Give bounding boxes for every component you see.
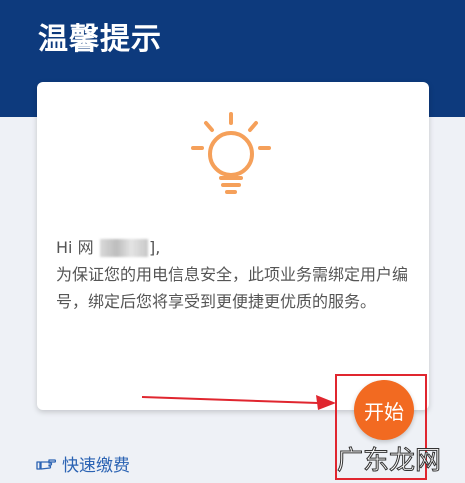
watermark-text: 广东龙网: [337, 446, 441, 476]
greeting-suffix: ],: [149, 238, 161, 257]
quick-pay-link[interactable]: 快速缴费: [36, 451, 130, 476]
quick-pay-label: 快速缴费: [62, 456, 130, 476]
notice-message: Hi 网 ], 为保证您的用电信息安全，此项业务需绑定用户编号，绑定后您将享受到…: [56, 234, 420, 315]
annotation-arrow: [141, 395, 336, 410]
greeting-prefix: Hi 网: [56, 238, 94, 257]
page-title: 温馨提示: [38, 22, 162, 57]
greeting-line: Hi 网 ],: [56, 234, 420, 261]
pointing-hand-icon: [36, 458, 56, 470]
redacted-name: [100, 239, 148, 257]
notice-body: 为保证您的用电信息安全，此项业务需绑定用户编号，绑定后您将享受到更便捷更优质的服…: [56, 265, 409, 311]
watermark-logo: 广东龙网: [337, 446, 442, 477]
lightbulb-icon: [191, 112, 271, 194]
